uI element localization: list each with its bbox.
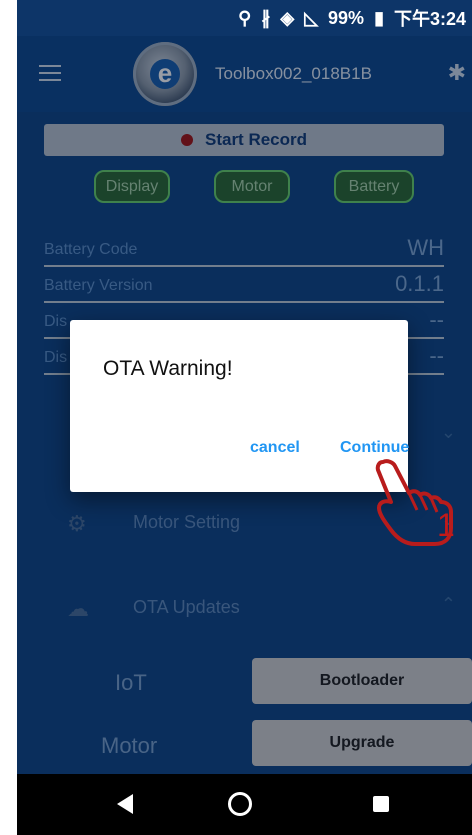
dialog-title: OTA Warning!	[103, 357, 233, 380]
battery-icon: ▮	[374, 7, 384, 28]
phone-screen: ⚲ ∦ ◈ ◺ 99% ▮ 下午3:24 e Toolbox002_018B1B…	[17, 0, 472, 835]
battery-percent: 99%	[328, 7, 365, 28]
no-signal-icon: ◺	[304, 7, 319, 28]
system-nav-bar	[17, 774, 472, 835]
continue-button[interactable]: Continue	[340, 439, 409, 457]
wifi-icon: ◈	[280, 7, 295, 28]
ota-warning-dialog: OTA Warning! cancel Continue	[70, 320, 409, 492]
status-time: 下午3:24	[393, 9, 466, 29]
step-number: 1	[437, 507, 455, 543]
hand-pointer-icon: 1	[375, 459, 455, 546]
home-icon[interactable]	[228, 792, 252, 816]
cancel-button[interactable]: cancel	[250, 439, 300, 457]
back-icon[interactable]	[117, 794, 133, 814]
status-bar: ⚲ ∦ ◈ ◺ 99% ▮ 下午3:24	[17, 0, 472, 36]
bluetooth-icon: ∦	[261, 7, 271, 28]
recent-apps-icon[interactable]	[373, 796, 389, 812]
location-icon: ⚲	[238, 7, 252, 28]
